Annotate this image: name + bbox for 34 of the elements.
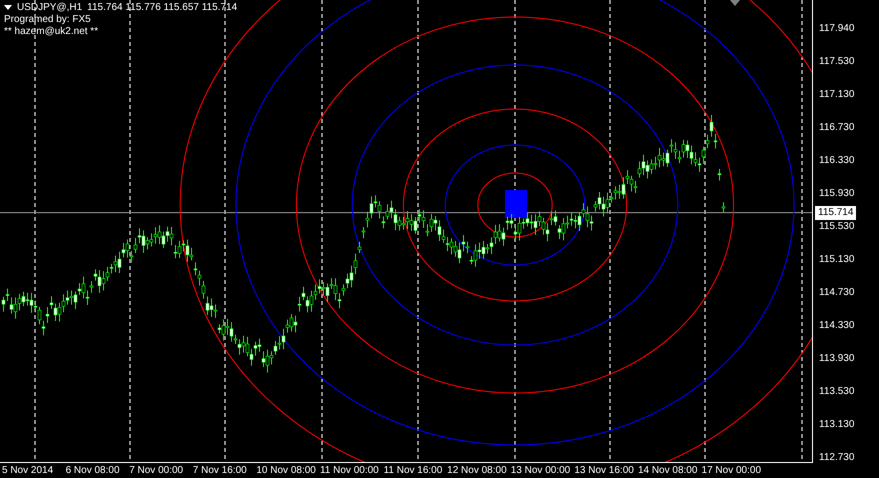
- indicator-info-text: ** hazem@uk2.net **: [4, 26, 100, 38]
- triangle-marker-icon: [730, 0, 740, 6]
- price-axis-label: 115.130: [819, 253, 854, 267]
- price-axis-label: 113.530: [819, 385, 854, 399]
- time-axis-label: 13 Nov 00:00: [510, 465, 572, 476]
- price-axis-label: 113.130: [819, 418, 854, 432]
- price-axis-label: 115.530: [819, 220, 854, 234]
- time-axis-label: 11 Nov 00:00: [320, 465, 380, 476]
- time-axis-label: 14 Nov 08:00: [638, 465, 698, 476]
- price-axis-label: 114.730: [819, 286, 854, 300]
- time-axis-label: 13 Nov 16:00: [574, 465, 635, 476]
- price-axis-label: 115.930: [819, 187, 854, 201]
- time-axis-label: 12 Nov 08:00: [447, 465, 508, 476]
- price-axis-label: 117.530: [819, 55, 854, 69]
- price-axis-label: 112.730: [819, 451, 854, 465]
- price-axis-label: 116.330: [819, 154, 854, 168]
- time-axis-label: 17 Nov 00:00: [702, 465, 762, 476]
- highlight-marker: [505, 190, 527, 218]
- ohlc-values: 115.764 115.776 115.657 115.714: [87, 2, 238, 14]
- time-axis-label: 11 Nov 16:00: [384, 465, 444, 476]
- time-axis-label: 7 Nov 00:00: [129, 465, 184, 476]
- symbol-label: USDJPY@,H1: [17, 2, 82, 14]
- indicator-info-text: Programed by: FX5: [4, 14, 92, 26]
- price-axis-label: 116.730: [819, 121, 854, 135]
- time-axis-label: 5 Nov 2014: [2, 465, 54, 476]
- price-axis-label: 117.130: [819, 88, 854, 102]
- price-axis-label: 117.940: [819, 22, 854, 36]
- price-axis-label: 114.330: [819, 319, 854, 333]
- price-axis-label: 113.930: [819, 352, 854, 366]
- dropdown-triangle-icon[interactable]: [4, 5, 12, 11]
- time-axis-label: 7 Nov 16:00: [192, 465, 248, 476]
- time-axis-label: 10 Nov 08:00: [256, 465, 317, 476]
- time-axis-label: 6 Nov 08:00: [66, 465, 121, 476]
- current-price-label: 115.714: [815, 206, 856, 220]
